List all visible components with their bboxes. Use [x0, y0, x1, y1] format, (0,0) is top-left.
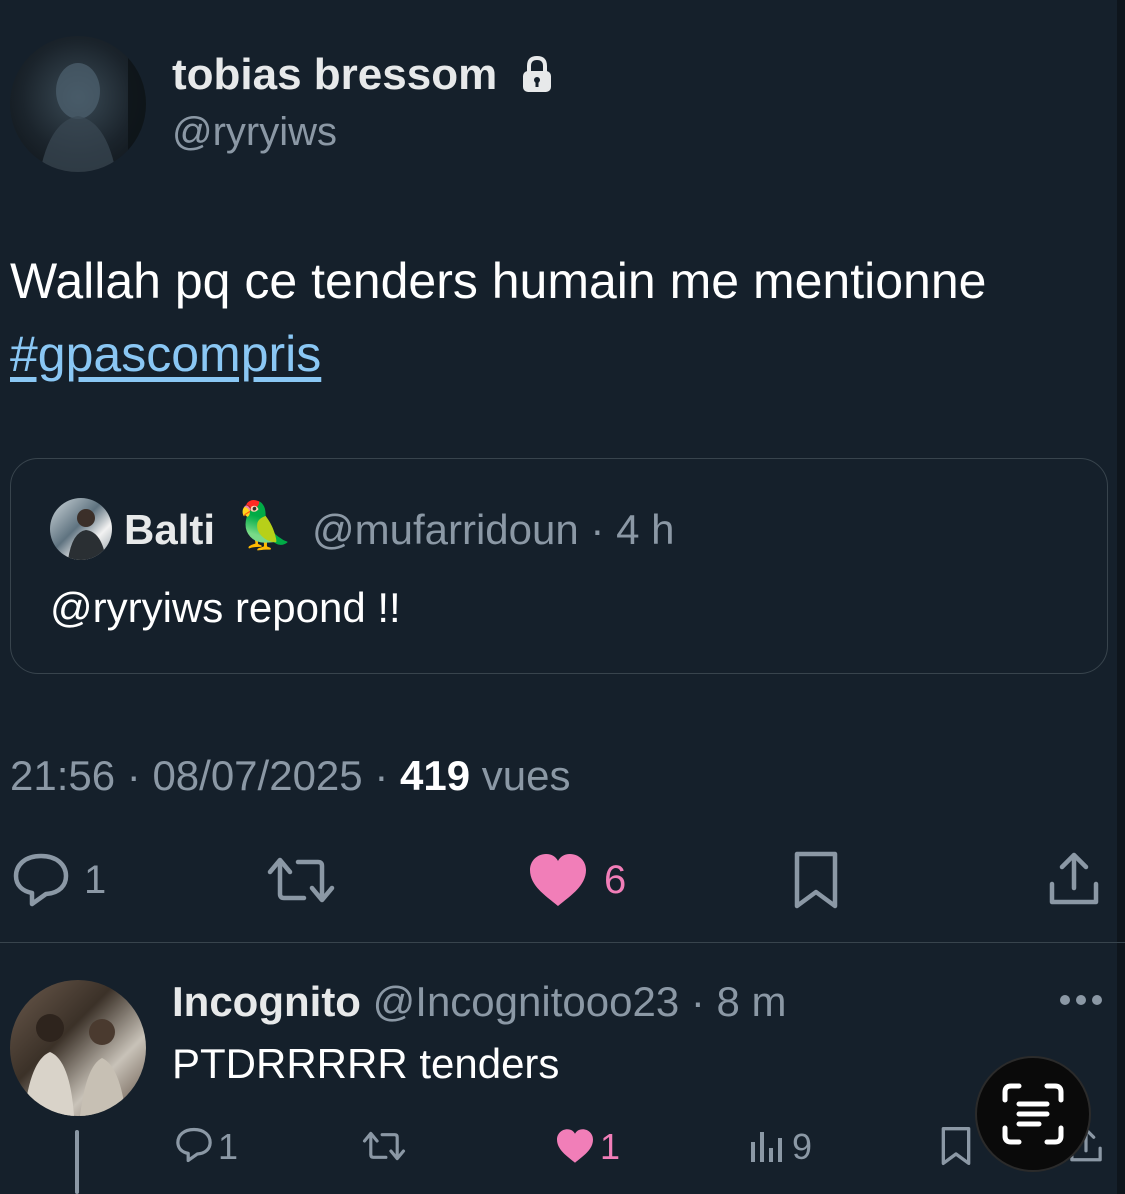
- bookmark-icon[interactable]: [792, 850, 840, 910]
- separator-dot: ·: [374, 752, 400, 799]
- views-icon[interactable]: [748, 1128, 784, 1164]
- quoted-meta: @mufarridoun · 4 h: [312, 506, 674, 554]
- separator-dot: ·: [590, 506, 617, 553]
- reply-icon[interactable]: [10, 852, 72, 908]
- reply-like-count: 1: [600, 1126, 621, 1167]
- thread-line: [75, 1130, 79, 1194]
- reply-author-avatar[interactable]: [10, 980, 146, 1116]
- quoted-text: @ryryiws repond !!: [50, 584, 401, 631]
- reply-author-name[interactable]: Incognito: [172, 978, 361, 1025]
- reply-heart-icon[interactable]: [554, 1128, 596, 1164]
- quoted-author-avatar[interactable]: [50, 498, 112, 560]
- tweet-date: 08/07/2025: [152, 752, 363, 799]
- retweet-icon[interactable]: [266, 852, 336, 908]
- author-avatar[interactable]: [10, 36, 146, 172]
- reply-views-count: 9: [792, 1126, 813, 1167]
- parrot-emoji: 🦜: [236, 499, 294, 551]
- lock-icon: [520, 54, 554, 94]
- reply-count: 1: [84, 858, 107, 902]
- like-count: 6: [604, 858, 627, 902]
- quoted-handle: @mufarridoun: [312, 506, 579, 553]
- reply-bookmark-icon[interactable]: [940, 1126, 972, 1166]
- scroll-edge: [1117, 0, 1125, 1194]
- tweet-time: 21:56: [10, 752, 116, 799]
- author-handle[interactable]: @ryryiws: [172, 110, 337, 155]
- reply-handle[interactable]: @Incognitooo23: [373, 978, 680, 1025]
- timestamp-row: 21:56 · 08/07/2025 · 419 vues: [10, 752, 570, 800]
- reply-reply-icon[interactable]: [174, 1126, 214, 1164]
- author-name[interactable]: tobias bressom: [172, 50, 497, 100]
- reply-header: Incognito @Incognitooo23 · 8 m: [172, 978, 787, 1026]
- more-icon[interactable]: [1058, 992, 1104, 1008]
- quoted-age: 4 h: [616, 506, 675, 553]
- views-label: vues: [481, 752, 571, 799]
- quoted-author-name: Balti: [124, 506, 216, 553]
- views-count: 419: [399, 752, 471, 799]
- hashtag-link[interactable]: #gpascompris: [10, 325, 321, 383]
- reply-text: PTDRRRRR tenders: [172, 1040, 560, 1087]
- tweet-text: Wallah pq ce tenders humain me mentionne: [10, 253, 987, 309]
- reply-age: 8 m: [716, 978, 787, 1025]
- quoted-tweet-card[interactable]: [10, 458, 1108, 674]
- reply-retweet-icon[interactable]: [362, 1128, 406, 1164]
- scan-text-button[interactable]: [975, 1056, 1091, 1172]
- scan-text-icon: [1001, 1082, 1065, 1146]
- separator-dot: ·: [690, 978, 717, 1025]
- separator-dot: ·: [126, 752, 153, 799]
- share-icon[interactable]: [1046, 850, 1102, 908]
- heart-icon[interactable]: [526, 852, 590, 908]
- reply-reply-count: 1: [218, 1126, 239, 1167]
- divider: [0, 942, 1125, 943]
